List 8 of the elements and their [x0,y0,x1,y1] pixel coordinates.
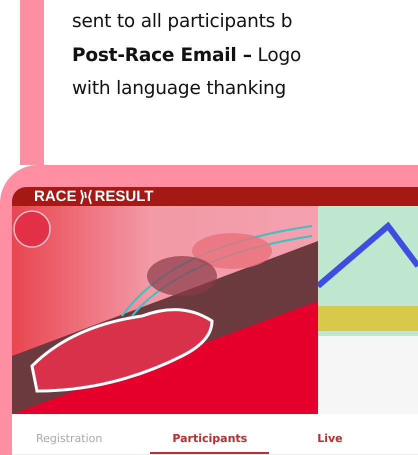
logo-text: RESULT [94,188,154,206]
paragraph-line: with language thanking [72,77,288,101]
tab[interactable]: Participants [150,414,270,454]
logo-text: RACE [34,188,77,206]
paragraph-line: Post-Race Email – Logo [72,44,302,68]
logo-icon [78,188,93,204]
tab[interactable]: Live [313,414,347,454]
paragraph-line: sent to all participants b [72,10,294,34]
